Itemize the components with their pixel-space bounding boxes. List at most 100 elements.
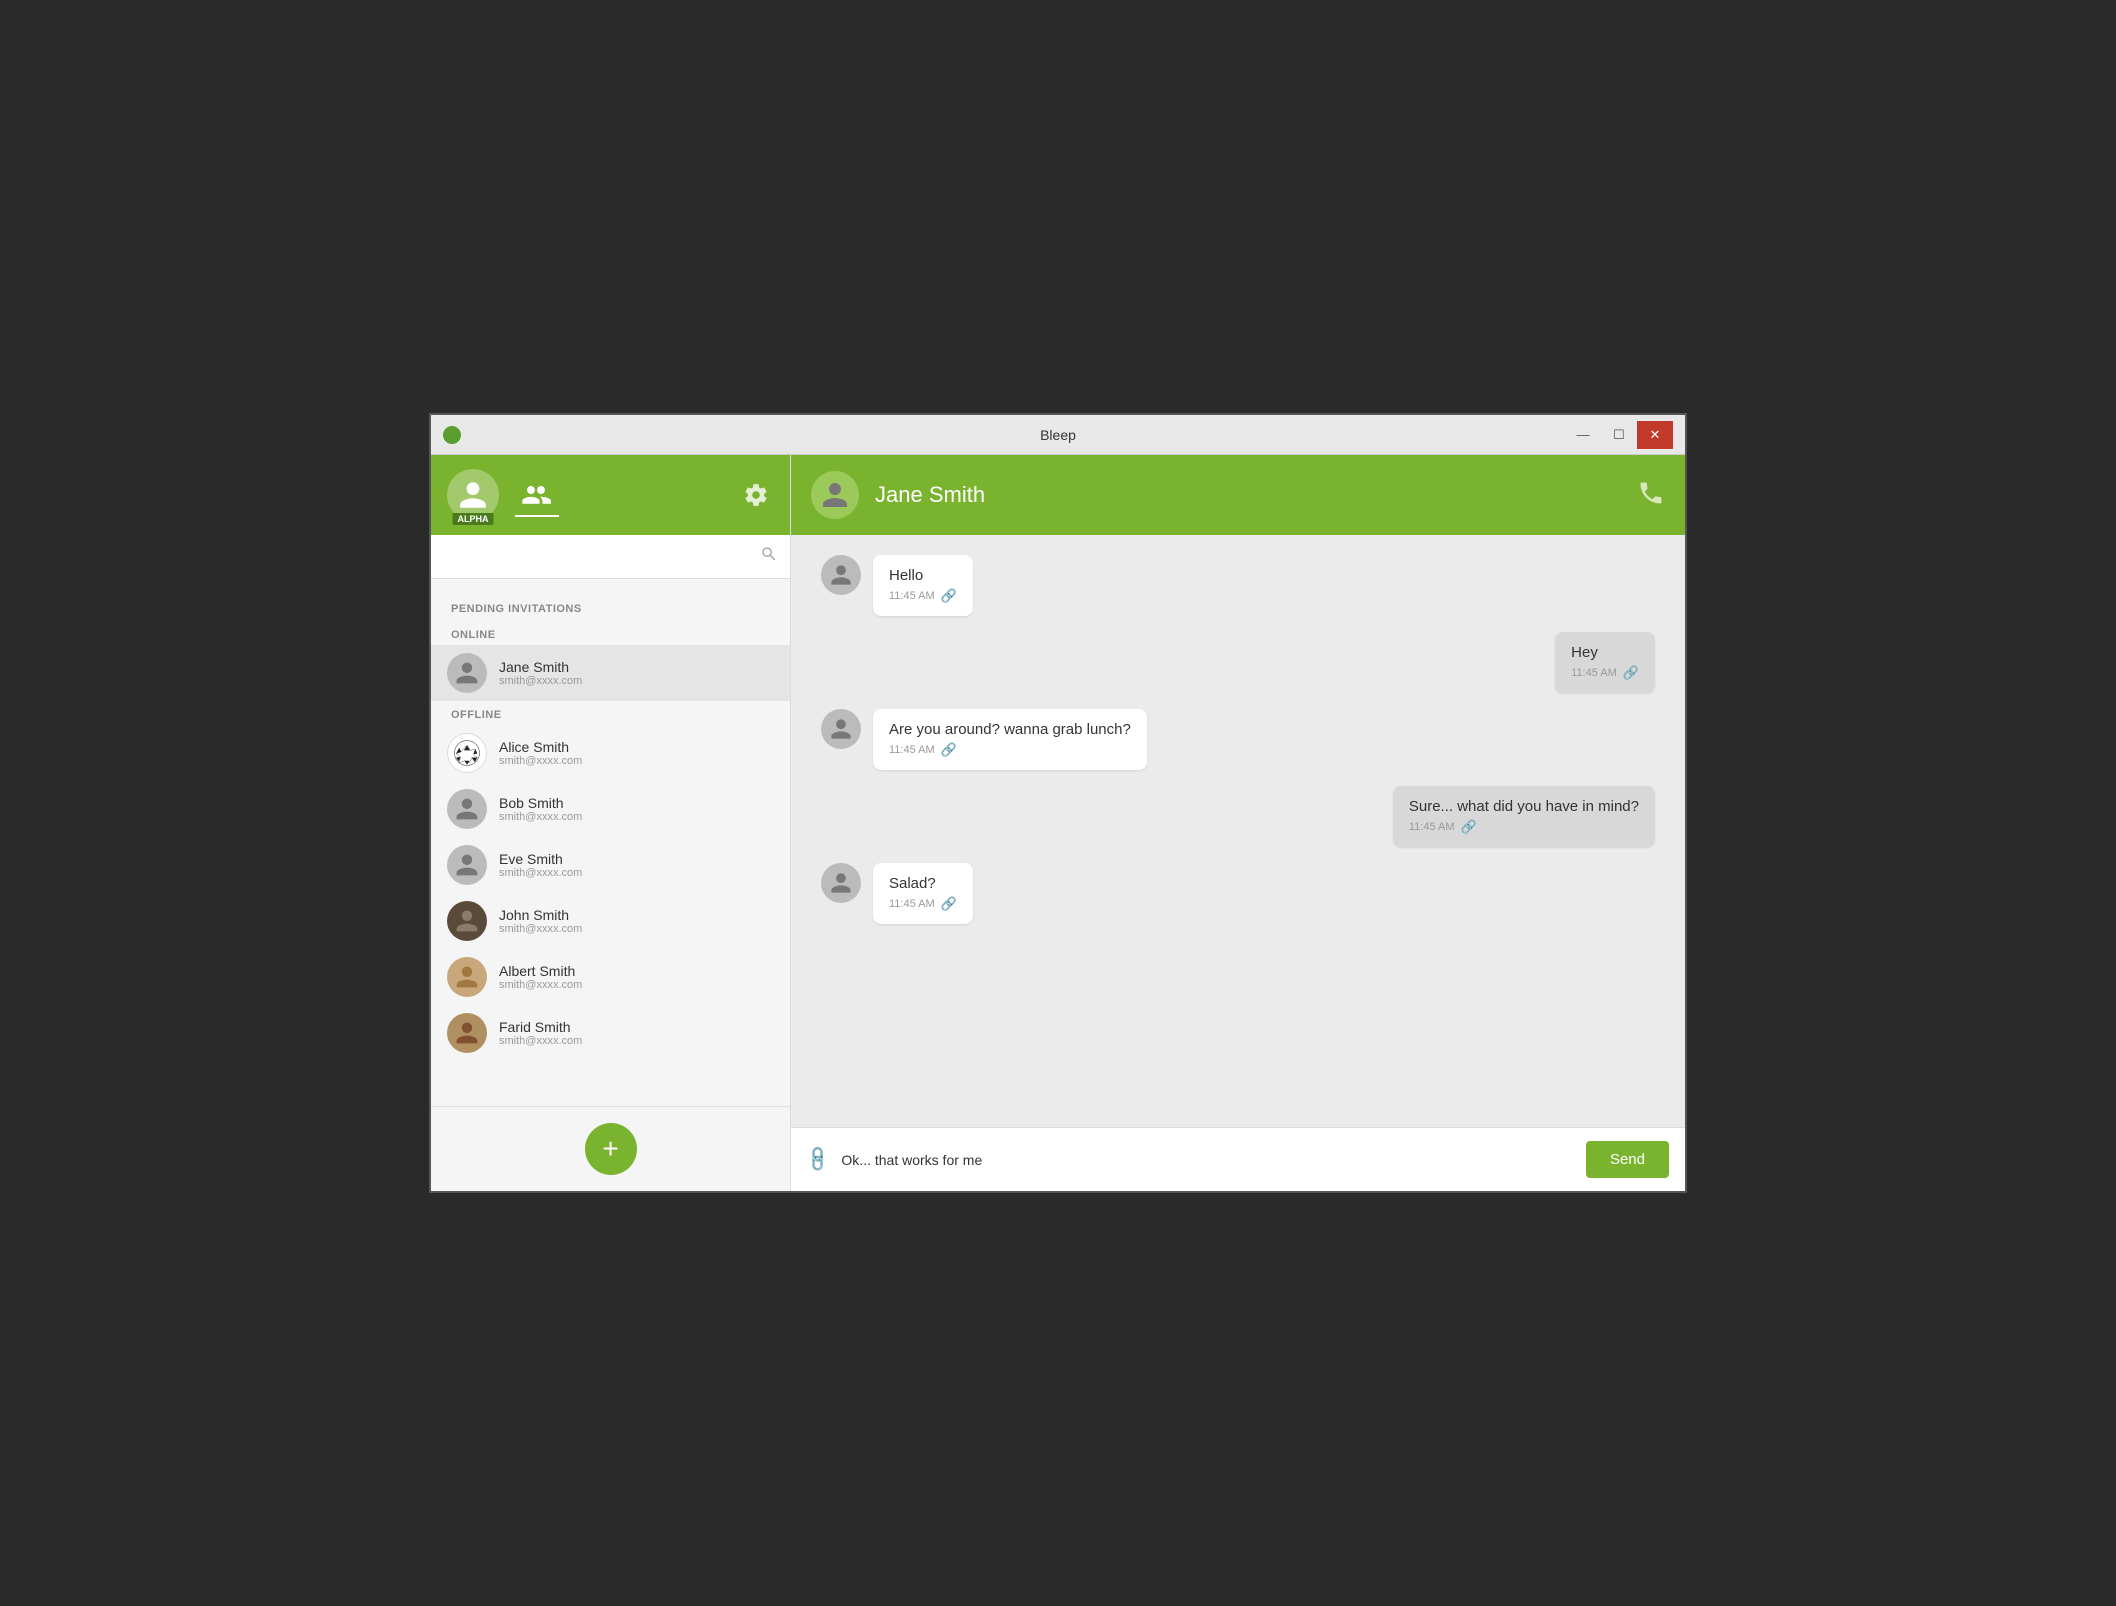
link-icon: 🔗	[1461, 819, 1477, 835]
contacts-tab[interactable]	[515, 473, 559, 517]
contact-avatar-alice	[447, 733, 487, 773]
message-avatar	[821, 709, 861, 749]
contact-item-alice-smith[interactable]: Alice Smith smith@xxxx.com	[431, 725, 790, 781]
window-controls: — ☐ ✕	[1565, 421, 1673, 449]
traffic-light-icon	[443, 426, 461, 444]
contact-email: smith@xxxx.com	[499, 979, 582, 991]
contact-name: Bob Smith	[499, 795, 582, 811]
contact-avatar-bob	[447, 789, 487, 829]
message-input[interactable]	[841, 1152, 1574, 1168]
contact-item-bob-smith[interactable]: Bob Smith smith@xxxx.com	[431, 781, 790, 837]
contact-avatar-farid	[447, 1013, 487, 1053]
message-meta: 11:45 AM 🔗	[889, 588, 957, 604]
maximize-button[interactable]: ☐	[1601, 421, 1637, 449]
person-icon	[454, 796, 480, 822]
contact-avatar-jane	[447, 653, 487, 693]
message-text: Salad?	[889, 875, 957, 892]
message-bubble: Are you around? wanna grab lunch? 11:45 …	[873, 709, 1147, 770]
contact-email: smith@xxxx.com	[499, 811, 582, 823]
person-icon	[454, 908, 480, 934]
chat-header: Jane Smith	[791, 455, 1685, 535]
contact-name: Alice Smith	[499, 739, 582, 755]
chat-avatar-icon	[820, 480, 850, 510]
contact-info-farid: Farid Smith smith@xxxx.com	[499, 1019, 582, 1047]
contact-name: Albert Smith	[499, 963, 582, 979]
contact-info-alice: Alice Smith smith@xxxx.com	[499, 739, 582, 767]
contact-name: Eve Smith	[499, 851, 582, 867]
contact-info-albert: Albert Smith smith@xxxx.com	[499, 963, 582, 991]
user-silhouette-icon	[457, 479, 489, 511]
contact-info-john: John Smith smith@xxxx.com	[499, 907, 582, 935]
contact-email: smith@xxxx.com	[499, 675, 582, 687]
contact-info-jane: Jane Smith smith@xxxx.com	[499, 659, 582, 687]
contact-list: PENDING INVITATIONS ONLINE Jane Smith sm…	[431, 579, 790, 1106]
contact-item-jane-smith[interactable]: Jane Smith smith@xxxx.com	[431, 645, 790, 701]
contact-info-bob: Bob Smith smith@xxxx.com	[499, 795, 582, 823]
message-row-outgoing: Hey 11:45 AM 🔗	[821, 632, 1655, 693]
message-time: 11:45 AM	[1409, 821, 1455, 833]
phone-icon	[1637, 479, 1665, 507]
alpha-badge: ALPHA	[453, 513, 494, 525]
settings-button[interactable]	[738, 477, 774, 513]
contact-name: John Smith	[499, 907, 582, 923]
messages-area: Hello 11:45 AM 🔗 Hey 11:45 AM 🔗	[791, 535, 1685, 1127]
message-bubble-outgoing: Sure... what did you have in mind? 11:45…	[1393, 786, 1655, 847]
chat-contact-avatar	[811, 471, 859, 519]
message-text: Sure... what did you have in mind?	[1409, 798, 1639, 815]
online-section-label: ONLINE	[431, 621, 790, 645]
message-avatar	[821, 863, 861, 903]
minimize-button[interactable]: —	[1565, 421, 1601, 449]
contacts-icon	[521, 480, 553, 508]
message-text: Hey	[1571, 644, 1639, 661]
message-time: 11:45 AM	[889, 590, 935, 602]
contact-item-eve-smith[interactable]: Eve Smith smith@xxxx.com	[431, 837, 790, 893]
app-window: Bleep — ☐ ✕ ALPHA	[429, 413, 1687, 1193]
message-row-outgoing: Sure... what did you have in mind? 11:45…	[821, 786, 1655, 847]
contact-info-eve: Eve Smith smith@xxxx.com	[499, 851, 582, 879]
call-button[interactable]	[1637, 479, 1665, 512]
link-icon: 🔗	[941, 742, 957, 758]
message-meta: 11:45 AM 🔗	[1409, 819, 1639, 835]
close-button[interactable]: ✕	[1637, 421, 1673, 449]
message-row: Hello 11:45 AM 🔗	[821, 555, 1655, 616]
contact-item-john-smith[interactable]: John Smith smith@xxxx.com	[431, 893, 790, 949]
soccer-ball-icon	[454, 740, 480, 766]
person-icon	[829, 717, 853, 741]
message-bubble-outgoing: Hey 11:45 AM 🔗	[1555, 632, 1655, 693]
person-icon	[829, 871, 853, 895]
message-bubble: Hello 11:45 AM 🔗	[873, 555, 973, 616]
contact-item-farid-smith[interactable]: Farid Smith smith@xxxx.com	[431, 1005, 790, 1061]
add-button-container: +	[431, 1106, 790, 1191]
title-bar: Bleep — ☐ ✕	[431, 415, 1685, 455]
attach-link-icon[interactable]: 🔗	[803, 1144, 834, 1175]
contact-email: smith@xxxx.com	[499, 755, 582, 767]
magnifier-icon	[760, 545, 778, 563]
window-title: Bleep	[1040, 427, 1076, 443]
chat-panel: Jane Smith Hello	[791, 455, 1685, 1191]
user-avatar[interactable]: ALPHA	[447, 469, 499, 521]
chat-contact-name: Jane Smith	[875, 482, 985, 508]
person-icon	[454, 964, 480, 990]
message-time: 11:45 AM	[889, 744, 935, 756]
contact-email: smith@xxxx.com	[499, 1035, 582, 1047]
gear-icon	[743, 482, 769, 508]
pending-section-label: PENDING INVITATIONS	[431, 591, 790, 621]
message-meta: 11:45 AM 🔗	[889, 896, 957, 912]
person-icon	[829, 563, 853, 587]
input-area: 🔗 Send	[791, 1127, 1685, 1191]
contact-email: smith@xxxx.com	[499, 867, 582, 879]
contact-avatar-eve	[447, 845, 487, 885]
person-icon	[454, 1020, 480, 1046]
search-input[interactable]	[443, 549, 752, 564]
contact-name: Farid Smith	[499, 1019, 582, 1035]
search-icon	[760, 545, 778, 568]
contact-item-albert-smith[interactable]: Albert Smith smith@xxxx.com	[431, 949, 790, 1005]
link-icon: 🔗	[941, 588, 957, 604]
contact-name: Jane Smith	[499, 659, 582, 675]
send-button[interactable]: Send	[1586, 1141, 1669, 1178]
message-bubble: Salad? 11:45 AM 🔗	[873, 863, 973, 924]
add-contact-button[interactable]: +	[585, 1123, 637, 1175]
contact-avatar-john	[447, 901, 487, 941]
message-text: Are you around? wanna grab lunch?	[889, 721, 1131, 738]
message-text: Hello	[889, 567, 957, 584]
